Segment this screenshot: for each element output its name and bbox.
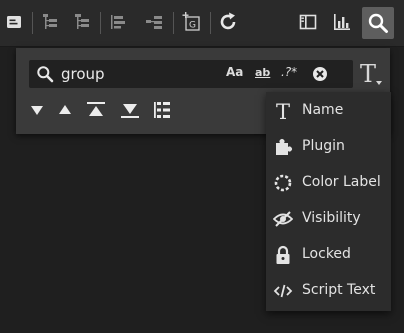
- toolbar-separator: [32, 12, 33, 34]
- puzzle-icon: [273, 137, 293, 157]
- toolbar-separator: [210, 12, 211, 34]
- eye-slash-icon: [273, 209, 293, 229]
- filter-type-dropdown-button[interactable]: T: [358, 60, 384, 88]
- text-filter-icon: T: [360, 60, 382, 88]
- menu-item-name[interactable]: T Name: [266, 94, 391, 128]
- chart-view-button[interactable]: [328, 8, 356, 36]
- hierarchy-icon: [146, 16, 162, 29]
- menu-item-label: Color Label: [302, 174, 381, 190]
- refresh-icon: [220, 12, 236, 30]
- previous-result-button[interactable]: [55, 100, 75, 120]
- menu-item-visibility[interactable]: Visibility: [266, 202, 391, 236]
- color-label-icon: [273, 173, 293, 193]
- menu-item-label: Locked: [302, 246, 351, 262]
- menu-item-label: Script Text: [302, 282, 376, 298]
- hierarchy-button[interactable]: [140, 8, 168, 36]
- panel-menu-icon: [7, 16, 21, 28]
- whole-word-toggle[interactable]: ab: [255, 66, 270, 79]
- tree-collapse-icon: [43, 14, 57, 29]
- next-result-button[interactable]: [27, 100, 47, 120]
- expand-all-button[interactable]: [68, 8, 96, 36]
- jump-to-top-icon: [87, 102, 105, 116]
- clear-search-button[interactable]: [312, 66, 328, 82]
- add-group-button[interactable]: G: [178, 8, 206, 36]
- clear-icon: [313, 67, 327, 81]
- search-toggle-button[interactable]: [362, 7, 394, 39]
- first-result-button[interactable]: [86, 100, 106, 120]
- text-icon: T: [273, 101, 293, 121]
- panel-layout-icon: [299, 14, 317, 30]
- list-select-icon: [154, 102, 170, 118]
- add-group-icon: G: [182, 12, 200, 31]
- menu-item-label: Visibility: [302, 210, 361, 226]
- toolbar-separator: [100, 12, 101, 34]
- panel-layout-button[interactable]: [294, 8, 322, 36]
- align-layers-icon: [111, 15, 125, 29]
- search-icon: [37, 66, 54, 83]
- tree-expand-icon: [75, 14, 89, 29]
- svg-text:T: T: [276, 101, 290, 121]
- last-result-button[interactable]: [120, 100, 140, 120]
- toolbar-separator: [173, 12, 174, 34]
- svg-text:G: G: [189, 21, 196, 31]
- select-all-results-button[interactable]: [152, 100, 172, 120]
- filter-type-menu: T Name Plugin Color Label Visibility Loc…: [266, 92, 391, 311]
- menu-item-plugin[interactable]: Plugin: [266, 130, 391, 164]
- regex-toggle[interactable]: .?*: [281, 65, 297, 79]
- code-icon: [273, 281, 293, 301]
- menu-item-label: Name: [302, 102, 344, 118]
- outliner-toolbar: G: [0, 0, 404, 47]
- triangle-down-icon: [31, 106, 43, 115]
- align-left-button[interactable]: [104, 8, 132, 36]
- search-field: Aa ab .?*: [29, 60, 353, 88]
- menu-item-label: Plugin: [302, 138, 345, 154]
- match-case-toggle[interactable]: Aa: [226, 65, 243, 79]
- search-input[interactable]: [61, 64, 211, 84]
- panel-menu-button[interactable]: [0, 8, 28, 36]
- jump-to-bottom-icon: [121, 104, 139, 118]
- lock-icon: [273, 245, 293, 265]
- bar-chart-icon: [334, 14, 350, 30]
- menu-item-script-text[interactable]: Script Text: [266, 274, 391, 308]
- menu-item-color-label[interactable]: Color Label: [266, 166, 391, 200]
- svg-text:T: T: [360, 60, 376, 88]
- refresh-button[interactable]: [214, 8, 242, 36]
- menu-item-locked[interactable]: Locked: [266, 238, 391, 272]
- search-icon: [368, 13, 388, 33]
- triangle-up-icon: [59, 105, 71, 114]
- collapse-all-button[interactable]: [36, 8, 64, 36]
